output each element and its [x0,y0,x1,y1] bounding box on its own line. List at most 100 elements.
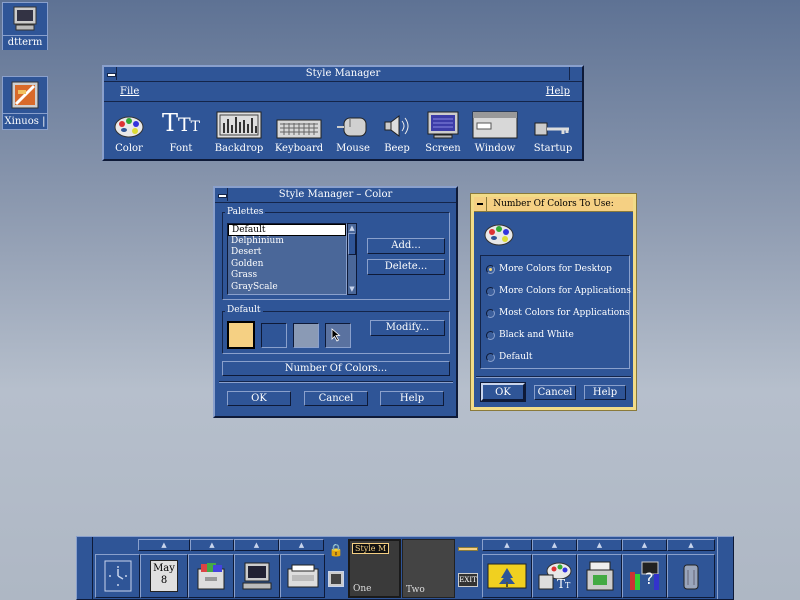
backdrop-button[interactable]: Backdrop [214,111,264,154]
color-swatch[interactable] [227,321,255,349]
radio-more-colors-desktop[interactable]: More Colors for Desktop [486,264,612,274]
svg-text:T: T [557,577,565,591]
mouse-label: Mouse [336,143,370,154]
radio-button[interactable] [486,352,495,362]
subpanel-arrow[interactable]: ▲ [577,539,622,551]
text-editor-icon[interactable] [280,554,325,598]
window-menu-button[interactable] [474,197,487,211]
workspace-label: Two [406,585,425,595]
title-bar[interactable]: Number Of Colors To Use: [474,197,633,212]
cancel-button[interactable]: Cancel [534,385,576,400]
subpanel-arrow[interactable]: ▲ [190,539,234,551]
speaker-icon [372,111,422,139]
font-button[interactable]: TTT Font [156,111,206,154]
app-manager-icon[interactable] [577,554,622,598]
color-swatch[interactable] [293,323,319,348]
palette-item[interactable]: Default [228,224,346,236]
subpanel-arrow[interactable]: ▲ [482,539,532,551]
subpanel-arrow[interactable]: ▲ [667,539,715,551]
palette-item[interactable]: Desert [228,247,346,259]
exit-button[interactable]: EXIT [458,573,478,587]
palette-item[interactable]: Delphinium [228,236,346,248]
mouse-pointer-icon [331,328,341,342]
scroll-down-arrow[interactable]: ▼ [348,285,356,294]
style-manager-icon[interactable]: TT [532,554,577,598]
help-button[interactable]: Help [584,385,626,400]
startup-label: Startup [533,143,573,154]
desktop-icon-dtterm[interactable]: dtterm [2,2,48,50]
radio-label: Most Colors for Applications [499,308,630,318]
backdrop-icon [214,111,264,139]
window-button[interactable]: Window [470,111,520,154]
help-menu[interactable]: Help [546,86,570,97]
palette-item[interactable]: Grass [228,270,346,282]
radio-more-colors-applications[interactable]: More Colors for Applications [486,286,631,296]
ok-button[interactable]: OK [227,391,291,406]
window-minimize-button[interactable] [569,67,582,80]
menu-bar: File Help [104,82,582,102]
add-button[interactable]: Add... [367,238,445,254]
file-manager-icon[interactable] [188,554,234,598]
cancel-button[interactable]: Cancel [304,391,368,406]
radio-default[interactable]: Default [486,352,533,362]
window-menu-button[interactable] [104,67,117,80]
palette-list[interactable]: Default Delphinium Desert Golden Grass G… [227,223,347,295]
subpanel-arrow[interactable]: ▲ [138,539,190,551]
trash-can-icon[interactable] [667,554,715,598]
window-menu-button[interactable] [215,188,228,201]
ok-button[interactable]: OK [480,382,526,402]
workspace-two[interactable]: Two [402,539,455,598]
terminal-icon[interactable] [234,554,280,598]
radio-button[interactable] [486,330,495,340]
num-colors-dialog: Number Of Colors To Use: More Colors for… [470,193,637,411]
keyboard-button[interactable]: Keyboard [274,111,324,154]
screen-label: Screen [425,143,461,154]
palette-scrollbar[interactable]: ▲ ▼ [347,223,357,295]
radio-button[interactable] [486,286,495,296]
palette-item[interactable]: Golden [228,259,346,271]
radio-button[interactable] [486,264,495,274]
mouse-button[interactable]: Mouse [328,111,378,154]
color-dialog: Style Manager – Color Palettes Default D… [213,186,458,418]
workspace-window-tooltip: Style M [352,543,390,554]
file-menu[interactable]: File [120,86,139,97]
radio-label: Default [499,352,533,362]
subpanel-arrow[interactable]: ▲ [234,539,279,551]
modify-button[interactable]: Modify... [370,320,445,336]
palette-item[interactable]: GrayScale [228,282,346,294]
palettes-label: Palettes [225,207,266,217]
title-bar[interactable]: Style Manager – Color [215,188,456,203]
panel-handle-left[interactable] [77,537,93,599]
lock-icon[interactable]: 🔒 [328,543,344,559]
help-button[interactable]: Help [380,391,444,406]
window-icon [470,111,520,139]
panel-handle-right[interactable] [717,537,733,599]
subpanel-arrow[interactable]: ▲ [622,539,667,551]
scroll-thumb[interactable] [348,233,356,255]
scroll-up-arrow[interactable]: ▲ [348,224,356,233]
subpanel-arrow[interactable]: ▲ [532,539,577,551]
blank-screen-icon[interactable] [328,571,344,587]
beep-button[interactable]: Beep [372,111,422,154]
screen-button[interactable]: Screen [418,111,468,154]
color-label: Color [115,143,143,154]
color-button[interactable]: Color [104,111,154,154]
calendar-icon[interactable]: May 8 [140,554,188,598]
radio-black-and-white[interactable]: Black and White [486,330,574,340]
subpanel-arrow[interactable]: ▲ [279,539,324,551]
separator [476,376,631,378]
radio-most-colors-applications[interactable]: Most Colors for Applications [486,308,630,318]
palette-icon [484,223,514,250]
radio-button[interactable] [486,308,495,318]
title-bar[interactable]: Style Manager [104,67,582,82]
help-books-icon[interactable]: ? [622,554,667,598]
startup-button[interactable]: Startup [528,111,578,154]
desktop-icon-xinuos[interactable]: Xinuos | [2,76,48,130]
mouse-icon [328,111,378,139]
workspace-one[interactable]: Style M One [348,539,401,598]
help-manual-icon[interactable] [482,554,532,598]
color-swatch[interactable] [261,323,287,348]
number-of-colors-button[interactable]: Number Of Colors... [222,361,450,376]
delete-button[interactable]: Delete... [367,259,445,275]
clock-icon[interactable] [95,554,140,598]
